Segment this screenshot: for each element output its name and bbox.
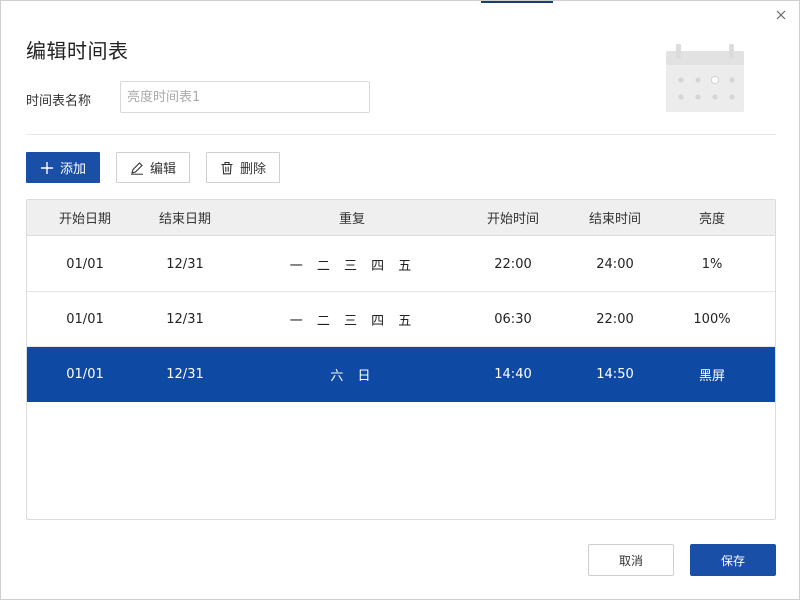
pencil-icon	[130, 161, 144, 175]
cell-start-date: 01/01	[66, 311, 104, 327]
cell-repeat: 一 二 三 四 五	[289, 313, 415, 329]
add-button-label: 添加	[59, 162, 86, 177]
header-end-date: 结束日期	[158, 212, 211, 227]
section-divider	[26, 134, 776, 135]
cell-start-time: 14:40	[494, 366, 532, 382]
save-button[interactable]: 保存	[690, 544, 776, 576]
add-button[interactable]: 添加	[26, 152, 100, 183]
cell-end-time: 22:00	[596, 311, 634, 327]
table-row[interactable]: 01/01 12/31 一 二 三 四 五 22:00 24:00 1%	[27, 237, 775, 292]
edit-button[interactable]: 编辑	[116, 152, 190, 183]
cell-repeat: 六 日	[330, 368, 374, 384]
cell-start-time: 22:00	[494, 256, 532, 272]
schedule-table: 开始日期 结束日期 重复 开始时间 结束时间 亮度 01/01 12/31 一 …	[26, 199, 776, 520]
header-start-date: 开始日期	[58, 212, 111, 227]
table-row[interactable]: 01/01 12/31 一 二 三 四 五 06:30 22:00 100%	[27, 292, 775, 347]
cell-start-time: 06:30	[494, 311, 532, 327]
table-header: 开始日期 结束日期 重复 开始时间 结束时间 亮度	[27, 200, 775, 236]
header-repeat: 重复	[338, 212, 365, 227]
cell-repeat: 一 二 三 四 五	[289, 258, 415, 274]
cell-end-time: 14:50	[596, 366, 634, 382]
dialog-title: 编辑时间表	[26, 39, 129, 63]
header-end-time: 结束时间	[588, 212, 641, 227]
cell-start-date: 01/01	[66, 256, 104, 272]
schedule-name-label: 时间表名称	[26, 94, 92, 109]
schedule-name-input[interactable]	[120, 81, 370, 113]
delete-button-label: 删除	[239, 162, 266, 177]
cell-brightness: 1%	[701, 256, 723, 272]
close-icon[interactable]	[773, 7, 789, 23]
cell-brightness: 100%	[693, 311, 731, 327]
cell-brightness: 黑屏	[698, 368, 725, 384]
calendar-icon	[665, 43, 745, 113]
plus-icon	[40, 161, 54, 175]
cell-end-time: 24:00	[596, 256, 634, 272]
table-row-selected[interactable]: 01/01 12/31 六 日 14:40 14:50 黑屏	[27, 347, 775, 402]
cancel-button[interactable]: 取消	[588, 544, 674, 576]
edit-button-label: 编辑	[149, 162, 176, 177]
header-start-time: 开始时间	[486, 212, 539, 227]
cell-start-date: 01/01	[66, 366, 104, 382]
cell-end-date: 12/31	[166, 311, 204, 327]
cell-end-date: 12/31	[166, 366, 204, 382]
trash-icon	[220, 161, 234, 175]
cell-end-date: 12/31	[166, 256, 204, 272]
delete-button[interactable]: 删除	[206, 152, 280, 183]
edit-schedule-dialog: 编辑时间表 时间表名称 添加 编辑	[0, 0, 800, 600]
top-accent-bar	[481, 1, 553, 3]
header-brightness: 亮度	[698, 212, 725, 227]
